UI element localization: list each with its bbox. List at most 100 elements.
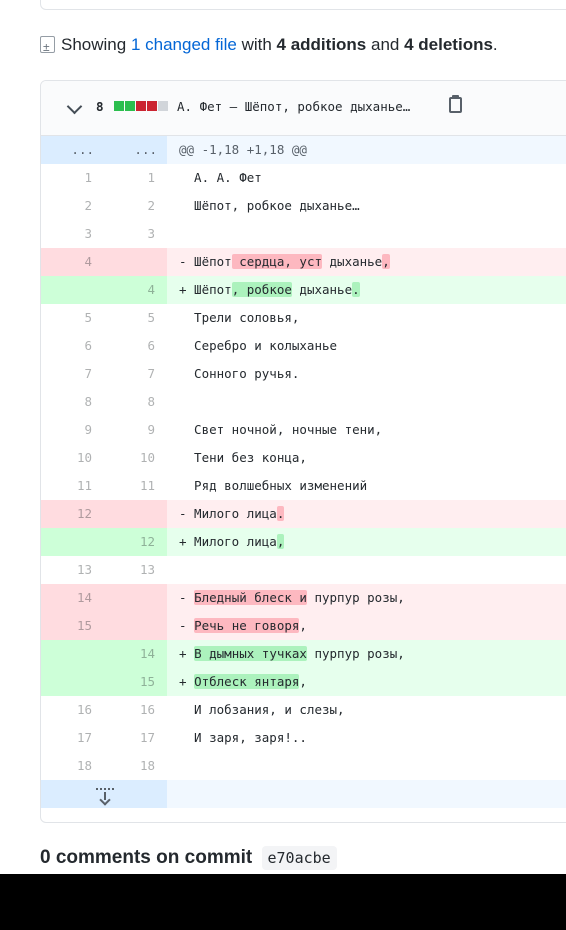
collapse-chevron-icon[interactable] — [66, 98, 83, 115]
context-line: 88 — [41, 388, 566, 416]
new-line-number[interactable]: 3 — [104, 220, 167, 248]
comments-label: 0 comments on commit — [40, 847, 253, 868]
code-text: - Шёпот — [179, 254, 232, 269]
new-line-number[interactable]: 12 — [104, 528, 167, 556]
new-line-number[interactable]: 6 — [104, 332, 167, 360]
new-line-number[interactable]: 15 — [104, 668, 167, 696]
old-line-number[interactable]: 16 — [41, 696, 104, 724]
hunk-left-dots[interactable]: ... — [41, 136, 104, 164]
diffstat-block — [114, 101, 124, 111]
code-text: пурпур розы, — [306, 590, 405, 605]
new-line-number[interactable]: 11 — [104, 472, 167, 500]
old-line-number[interactable]: 7 — [41, 360, 104, 388]
changed-word-highlight: , — [382, 254, 390, 269]
line-code — [167, 752, 566, 780]
old-line-number[interactable] — [41, 668, 104, 696]
line-code: Шёпот, робкое дыханье… — [167, 192, 566, 220]
copy-path-clipboard-icon[interactable] — [449, 95, 462, 113]
added-line: 14 + В дымных тучках пурпур розы, — [41, 640, 566, 668]
new-line-number[interactable]: 18 — [104, 752, 167, 780]
old-line-number[interactable]: 10 — [41, 444, 104, 472]
diffstat-block — [147, 101, 157, 111]
added-line: 4 + Шёпот, робкое дыханье. — [41, 276, 566, 304]
new-line-number[interactable]: 17 — [104, 724, 167, 752]
new-line-number[interactable]: 8 — [104, 388, 167, 416]
changed-word-highlight: . — [276, 506, 285, 521]
old-line-number[interactable]: 3 — [41, 220, 104, 248]
new-line-number[interactable]: 9 — [104, 416, 167, 444]
old-line-number[interactable]: 8 — [41, 388, 104, 416]
old-line-number[interactable]: 17 — [41, 724, 104, 752]
line-code: + Шёпот, робкое дыханье. — [167, 276, 566, 304]
code-text: + Шёпот — [179, 282, 232, 297]
line-code: + Отблеск янтаря, — [167, 668, 566, 696]
changed-word-highlight: Отблеск янтаря — [194, 674, 300, 689]
diff-summary: Showing 1 changed file with 4 additions … — [40, 32, 498, 60]
old-line-number[interactable]: 5 — [41, 304, 104, 332]
diffstat-block — [125, 101, 135, 111]
commit-sha[interactable]: e70acbe — [261, 846, 337, 870]
code-text: - — [179, 590, 195, 605]
new-line-number[interactable]: 14 — [104, 640, 167, 668]
new-line-number[interactable]: 7 — [104, 360, 167, 388]
new-line-number[interactable]: 10 — [104, 444, 167, 472]
expand-gutter[interactable] — [41, 780, 114, 808]
additions-count: 4 additions — [276, 35, 367, 54]
old-line-number[interactable]: 9 — [41, 416, 104, 444]
line-code — [167, 220, 566, 248]
new-line-number[interactable]: 1 — [104, 164, 167, 192]
new-line-number[interactable] — [104, 612, 167, 640]
new-line-number[interactable] — [104, 584, 167, 612]
line-code: И заря, заря!.. — [167, 724, 566, 752]
context-line: 11 11 Ряд волшебных изменений — [41, 472, 566, 500]
added-line: 12 + Милого лица, — [41, 528, 566, 556]
new-line-number[interactable] — [104, 248, 167, 276]
line-code: Ряд волшебных изменений — [167, 472, 566, 500]
old-line-number[interactable]: 11 — [41, 472, 104, 500]
summary-with: with — [241, 35, 272, 54]
context-line: 99 Свет ночной, ночные тени, — [41, 416, 566, 444]
hunk-right-dots[interactable]: ... — [104, 136, 167, 164]
expand-down-icon[interactable] — [96, 788, 114, 806]
line-code: Свет ночной, ночные тени, — [167, 416, 566, 444]
new-line-number[interactable]: 5 — [104, 304, 167, 332]
new-line-number[interactable] — [104, 500, 167, 528]
old-line-number[interactable]: 14 — [41, 584, 104, 612]
old-line-number[interactable]: 15 — [41, 612, 104, 640]
code-text: Тени без конца, — [179, 450, 307, 465]
old-line-number[interactable]: 18 — [41, 752, 104, 780]
hunk-text: @@ -1,18 +1,18 @@ — [167, 136, 566, 164]
context-line: 11 А. А. Фет — [41, 164, 566, 192]
line-code: Тени без конца, — [167, 444, 566, 472]
line-code: + Милого лица, — [167, 528, 566, 556]
line-code: И лобзания, и слезы, — [167, 696, 566, 724]
old-line-number[interactable] — [41, 276, 104, 304]
file-name[interactable]: А. Фет — Шёпот, робкое дыханье… — [177, 99, 410, 114]
expand-filler — [167, 780, 566, 808]
old-line-number[interactable]: 4 — [41, 248, 104, 276]
old-line-number[interactable]: 6 — [41, 332, 104, 360]
summary-end: . — [492, 35, 498, 54]
deleted-line: 15 - Речь не говоря, — [41, 612, 566, 640]
old-line-number[interactable] — [41, 528, 104, 556]
old-line-number[interactable]: 2 — [41, 192, 104, 220]
hunk-header: ... ... @@ -1,18 +1,18 @@ — [41, 136, 566, 164]
new-line-number[interactable]: 2 — [104, 192, 167, 220]
context-line: 33 — [41, 220, 566, 248]
line-code — [167, 388, 566, 416]
code-text: Шёпот, робкое дыханье… — [179, 198, 360, 213]
deletions-count: 4 deletions — [404, 35, 493, 54]
old-line-number[interactable]: 1 — [41, 164, 104, 192]
deleted-line: 4 - Шёпот сердца, уст дыханье, — [41, 248, 566, 276]
old-line-number[interactable]: 12 — [41, 500, 104, 528]
changes-count: 8 — [96, 99, 104, 114]
code-text: И заря, заря!.. — [179, 730, 307, 745]
changed-files-link[interactable]: 1 changed file — [131, 35, 237, 54]
code-text: Ряд волшебных изменений — [179, 478, 368, 493]
changed-word-highlight: В дымных тучках — [194, 646, 307, 661]
old-line-number[interactable] — [41, 640, 104, 668]
new-line-number[interactable]: 4 — [104, 276, 167, 304]
new-line-number[interactable]: 16 — [104, 696, 167, 724]
old-line-number[interactable]: 13 — [41, 556, 104, 584]
new-line-number[interactable]: 13 — [104, 556, 167, 584]
